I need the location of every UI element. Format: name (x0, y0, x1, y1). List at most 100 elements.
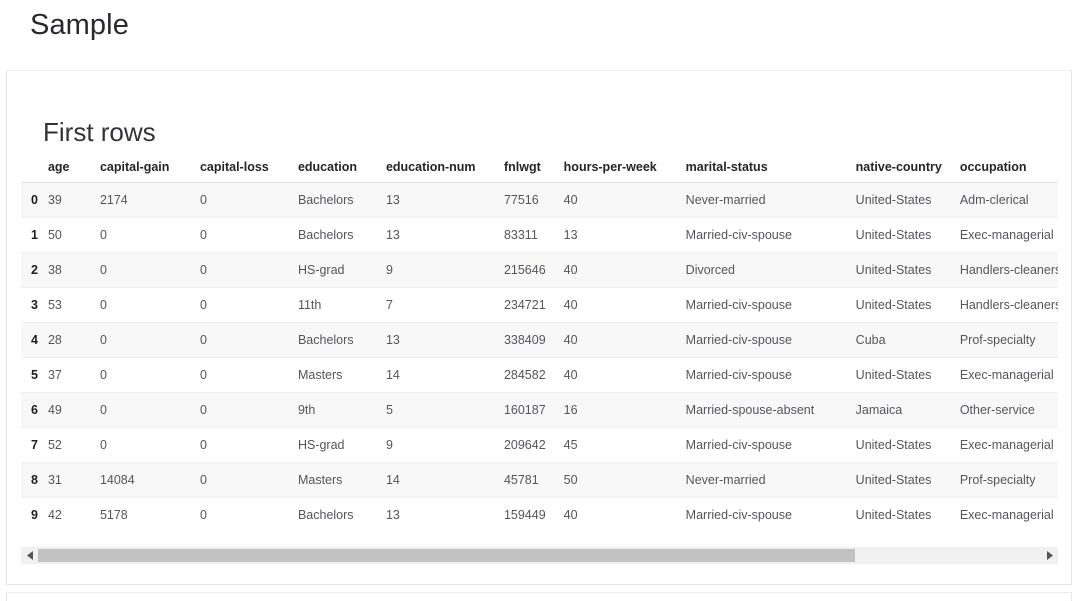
cell-age: 37 (48, 358, 100, 393)
cell-age: 50 (48, 218, 100, 253)
column-header-education-num: education-num (386, 157, 504, 183)
cell-education: 9th (298, 393, 386, 428)
row-index-cell: 3 (21, 288, 48, 323)
cell-education: HS-grad (298, 253, 386, 288)
cell-occupation: Exec-managerial (960, 428, 1058, 463)
cell-occupation: Handlers-cleaners (960, 253, 1058, 288)
cell-education-num: 14 (386, 358, 504, 393)
table-header-row: agecapital-gaincapital-losseducationeduc… (21, 157, 1058, 183)
cell-education: 11th (298, 288, 386, 323)
triangle-left-icon[interactable] (22, 548, 38, 563)
cell-capital-loss: 0 (200, 288, 298, 323)
cell-fnlwgt: 215646 (504, 253, 564, 288)
cell-capital-loss: 0 (200, 253, 298, 288)
cell-hours-per-week: 40 (564, 358, 686, 393)
cell-capital-gain: 0 (100, 428, 200, 463)
row-index-cell: 7 (21, 428, 48, 463)
triangle-right-icon[interactable] (1041, 548, 1057, 563)
table-row: 75200HS-grad920964245Married-civ-spouseU… (21, 428, 1058, 463)
cell-age: 42 (48, 498, 100, 533)
cell-capital-loss: 0 (200, 463, 298, 498)
cell-occupation: Exec-managerial (960, 358, 1058, 393)
cell-education: Bachelors (298, 218, 386, 253)
cell-age: 31 (48, 463, 100, 498)
page-root: Sample First rows agecapital-gaincapital… (0, 0, 1080, 601)
cell-hours-per-week: 40 (564, 183, 686, 218)
cell-native-country: United-States (856, 253, 960, 288)
cell-hours-per-week: 40 (564, 253, 686, 288)
cell-age: 28 (48, 323, 100, 358)
cell-education-num: 5 (386, 393, 504, 428)
scrollbar-thumb[interactable] (38, 549, 855, 562)
cell-education: Masters (298, 463, 386, 498)
cell-capital-gain: 0 (100, 323, 200, 358)
cell-fnlwgt: 209642 (504, 428, 564, 463)
table-row: 42800Bachelors1333840940Married-civ-spou… (21, 323, 1058, 358)
cell-education-num: 13 (386, 498, 504, 533)
row-index-cell: 8 (21, 463, 48, 498)
cell-marital-status: Married-civ-spouse (686, 218, 856, 253)
table-row: 53700Masters1428458240Married-civ-spouse… (21, 358, 1058, 393)
cell-marital-status: Married-civ-spouse (686, 358, 856, 393)
cell-fnlwgt: 284582 (504, 358, 564, 393)
cell-capital-gain: 0 (100, 393, 200, 428)
cell-education-num: 14 (386, 463, 504, 498)
table-row: 831140840Masters144578150Never-marriedUn… (21, 463, 1058, 498)
cell-marital-status: Married-civ-spouse (686, 498, 856, 533)
cell-education-num: 9 (386, 428, 504, 463)
cell-capital-gain: 0 (100, 358, 200, 393)
cell-occupation: Adm-clerical (960, 183, 1058, 218)
cell-capital-gain: 0 (100, 288, 200, 323)
cell-hours-per-week: 50 (564, 463, 686, 498)
row-index-cell: 0 (21, 183, 48, 218)
cell-education-num: 13 (386, 183, 504, 218)
cell-education-num: 13 (386, 323, 504, 358)
row-index-cell: 5 (21, 358, 48, 393)
dataframe-table: agecapital-gaincapital-losseducationeduc… (21, 157, 1058, 532)
table-row: 3530011th723472140Married-civ-spouseUnit… (21, 288, 1058, 323)
scrollbar-track[interactable] (38, 548, 1041, 563)
cell-marital-status: Married-spouse-absent (686, 393, 856, 428)
cell-education: Bachelors (298, 498, 386, 533)
cell-occupation: Exec-managerial (960, 498, 1058, 533)
page-title: Sample (30, 6, 129, 44)
row-index-cell: 4 (21, 323, 48, 358)
cell-capital-loss: 0 (200, 498, 298, 533)
row-index-cell: 6 (21, 393, 48, 428)
cell-capital-loss: 0 (200, 183, 298, 218)
cell-fnlwgt: 77516 (504, 183, 564, 218)
cell-hours-per-week: 13 (564, 218, 686, 253)
next-card-top-edge (6, 592, 1072, 601)
cell-marital-status: Married-civ-spouse (686, 428, 856, 463)
horizontal-scrollbar[interactable] (21, 547, 1058, 564)
cell-native-country: Cuba (856, 323, 960, 358)
cell-occupation: Prof-specialty (960, 323, 1058, 358)
dataframe-scroll-container[interactable]: agecapital-gaincapital-losseducationeduc… (21, 157, 1058, 532)
column-header-age: age (48, 157, 100, 183)
cell-native-country: United-States (856, 498, 960, 533)
column-header-fnlwgt: fnlwgt (504, 157, 564, 183)
column-header-capital-gain: capital-gain (100, 157, 200, 183)
cell-hours-per-week: 45 (564, 428, 686, 463)
cell-capital-loss: 0 (200, 393, 298, 428)
cell-marital-status: Divorced (686, 253, 856, 288)
cell-occupation: Exec-managerial (960, 218, 1058, 253)
column-header-index (21, 157, 48, 183)
cell-fnlwgt: 160187 (504, 393, 564, 428)
cell-native-country: Jamaica (856, 393, 960, 428)
cell-native-country: United-States (856, 463, 960, 498)
cell-native-country: United-States (856, 218, 960, 253)
cell-education: Masters (298, 358, 386, 393)
cell-marital-status: Married-civ-spouse (686, 323, 856, 358)
cell-native-country: United-States (856, 183, 960, 218)
table-row: 03921740Bachelors137751640Never-marriedU… (21, 183, 1058, 218)
cell-fnlwgt: 83311 (504, 218, 564, 253)
cell-native-country: United-States (856, 428, 960, 463)
sample-card: First rows agecapital-gaincapital-lossed… (6, 70, 1072, 585)
cell-age: 38 (48, 253, 100, 288)
column-header-hours-per-week: hours-per-week (564, 157, 686, 183)
cell-capital-gain: 0 (100, 218, 200, 253)
column-header-native-country: native-country (856, 157, 960, 183)
cell-age: 39 (48, 183, 100, 218)
cell-education-num: 7 (386, 288, 504, 323)
